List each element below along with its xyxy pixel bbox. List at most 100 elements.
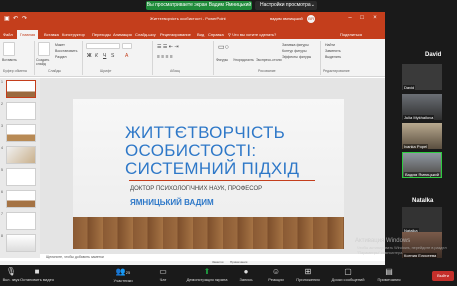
- italic-icon[interactable]: К: [95, 53, 98, 59]
- slide-thumbnail[interactable]: [6, 80, 36, 98]
- notes-label: Примечания: [377, 277, 401, 282]
- slide-number: 4: [1, 146, 3, 150]
- replace-button[interactable]: Заменить: [325, 49, 341, 53]
- reactions-button[interactable]: ☺ Реакции: [264, 267, 288, 283]
- whiteboard-label: Доски сообщений: [331, 277, 365, 282]
- quick-styles-label[interactable]: Экспресс-стили: [256, 58, 282, 62]
- paste-button[interactable]: [3, 42, 15, 56]
- font-color-icon[interactable]: A: [125, 53, 128, 59]
- view-options-dropdown[interactable]: Настройки просмотра ⌄: [255, 1, 317, 10]
- undo-icon[interactable]: ↶: [13, 15, 18, 22]
- comments-toggle[interactable]: Примечания: [230, 260, 247, 264]
- participant-tile[interactable]: David: [402, 64, 442, 90]
- stop-video-label: Остановить видео: [19, 277, 55, 282]
- slide-thumbnail[interactable]: [6, 212, 36, 230]
- participants-button[interactable]: 👥25 Участники: [108, 267, 138, 284]
- tab-file[interactable]: Файл: [3, 30, 13, 39]
- find-button[interactable]: Найти: [325, 43, 335, 47]
- chat-icon: ▭: [159, 267, 167, 276]
- share-link[interactable]: Поделиться: [340, 30, 362, 39]
- apps-button[interactable]: ⊞ Приложения: [292, 267, 324, 283]
- arrange-label[interactable]: Упорядочить: [233, 58, 254, 62]
- slide-thumbnail[interactable]: [6, 102, 36, 120]
- layout-button[interactable]: Макет: [55, 43, 65, 47]
- close-icon[interactable]: ×: [370, 14, 380, 22]
- bold-icon[interactable]: Ж: [87, 53, 92, 59]
- slide-author[interactable]: ЯМНИЦЬКИЙ ВАДИМ: [130, 198, 214, 207]
- ribbon: Вставить Буфер обмена Создать слайд Маке…: [0, 39, 385, 77]
- section-button[interactable]: Раздел: [55, 55, 67, 59]
- slide[interactable]: ЖИТТЄТВОРЧІСТЬ ОСОБИСТОСТІ: СИСТЕМНИЙ ПІ…: [73, 99, 344, 249]
- shared-screen: ▣ ↶ ↷ Життєтворчість особистості - Power…: [0, 12, 385, 265]
- participant-tile[interactable]: Julia Mykhailova: [402, 94, 442, 120]
- share-screen-icon: ⬆: [203, 267, 211, 276]
- tab-help[interactable]: Справка: [208, 30, 224, 39]
- chat-button[interactable]: ▭ Чат: [155, 267, 171, 283]
- underline-icon[interactable]: Ч: [103, 53, 106, 59]
- record-button[interactable]: ● Запись: [235, 267, 257, 283]
- slide-number: 6: [1, 190, 3, 194]
- participant-tile[interactable]: Ivanka Popel: [402, 123, 442, 149]
- notes-button[interactable]: ▤ Примечания: [372, 267, 406, 283]
- notes-toggle[interactable]: Заметки: [212, 260, 223, 264]
- tab-view[interactable]: Вид: [197, 30, 204, 39]
- slide-subtitle[interactable]: ДОКТОР ПСИХОЛОГІЧНИХ НАУК, ПРОФЕСОР: [130, 186, 262, 192]
- slide-number: 1: [1, 80, 3, 84]
- font-family-select[interactable]: [86, 43, 120, 49]
- participant-tile-active-speaker[interactable]: Вадим Ямницький: [402, 152, 442, 178]
- save-icon[interactable]: ▣: [4, 15, 10, 22]
- reactions-icon: ☺: [271, 267, 281, 276]
- select-button[interactable]: Выделить: [325, 55, 341, 59]
- tab-animations[interactable]: Анимация: [113, 30, 132, 39]
- leave-button[interactable]: Выйти: [432, 271, 454, 281]
- slide-thumbnail[interactable]: [6, 168, 36, 186]
- shape-fill-button[interactable]: Заливка фигуры: [282, 43, 309, 47]
- slide-thumbnail[interactable]: [6, 146, 36, 164]
- font-size-select[interactable]: [122, 43, 132, 49]
- align-icon[interactable]: ≡ ≡ ≡ ≡: [157, 54, 173, 60]
- slide-title-line: СИСТЕМНИЙ ПІДХІД: [125, 159, 300, 178]
- participants-icon: 👥25: [115, 267, 131, 276]
- shape-effects-button[interactable]: Эффекты фигуры: [282, 55, 311, 59]
- participant-tile[interactable]: Natalka: [402, 207, 442, 233]
- shapes-label: Фигуры: [216, 58, 229, 62]
- ppt-user-name: вадим ямницький: [270, 16, 303, 21]
- stop-video-button[interactable]: ■ Остановить видео: [18, 267, 56, 283]
- shapes-icon[interactable]: ▭○: [218, 43, 229, 51]
- tab-slideshow[interactable]: Слайд-шоу: [135, 30, 156, 39]
- tab-transitions[interactable]: Переходы: [92, 30, 111, 39]
- meeting-toolbar: 🎙 Вкл. звук ■ Остановить видео 👥25 Участ…: [0, 265, 457, 286]
- maximize-icon[interactable]: □: [357, 14, 367, 22]
- strikethrough-icon[interactable]: S: [111, 53, 114, 59]
- share-banner: Вы просматриваете экран Вадим Ямницький …: [0, 0, 457, 12]
- tab-design[interactable]: Конструктор: [62, 30, 85, 39]
- share-screen-button[interactable]: ⬆ Демонстрация экрана: [184, 267, 230, 283]
- notes-icon: ▤: [385, 267, 393, 276]
- participant-label: David: [403, 85, 416, 90]
- group-font-label: Шрифт: [100, 69, 112, 73]
- avatar[interactable]: ВЯ: [307, 15, 315, 23]
- new-slide-button[interactable]: [38, 42, 50, 56]
- shape-outline-button[interactable]: Контур фигуры: [282, 49, 306, 53]
- tab-insert[interactable]: Вставка: [44, 30, 59, 39]
- whiteboard-button[interactable]: ▢ Доски сообщений: [328, 267, 368, 283]
- windows-activation-title: Активация Windows: [355, 238, 411, 244]
- ribbon-divider: [152, 41, 153, 75]
- slide-title[interactable]: ЖИТТЄТВОРЧІСТЬ ОСОБИСТОСТІ: СИСТЕМНИЙ ПІ…: [125, 124, 335, 178]
- tell-me-search[interactable]: ⚲ Что вы хотите сделать?: [228, 30, 276, 39]
- reset-button[interactable]: Восстановить: [55, 49, 77, 53]
- tell-me-label: Что вы хотите сделать?: [232, 32, 277, 37]
- slide-thumbnail[interactable]: [6, 124, 36, 142]
- tab-review[interactable]: Рецензирование: [160, 30, 191, 39]
- slide-title-line: ЖИТТЄТВОРЧІСТЬ: [125, 123, 286, 142]
- bullets-icon[interactable]: ☰ ☰ ⇤ ⇥: [157, 44, 179, 50]
- slide-thumbnail[interactable]: [6, 234, 36, 252]
- minimize-icon[interactable]: –: [345, 14, 355, 22]
- redo-icon[interactable]: ↷: [22, 15, 27, 22]
- slide-thumbnail[interactable]: [6, 190, 36, 208]
- ribbon-divider: [213, 41, 214, 75]
- slide-title-line: ОСОБИСТОСТІ:: [125, 141, 257, 160]
- tab-home[interactable]: Главная: [17, 30, 39, 39]
- participants-label: Участники: [113, 278, 133, 283]
- ppt-window-title: Життєтворчість особистості - PowerPoint: [150, 16, 226, 21]
